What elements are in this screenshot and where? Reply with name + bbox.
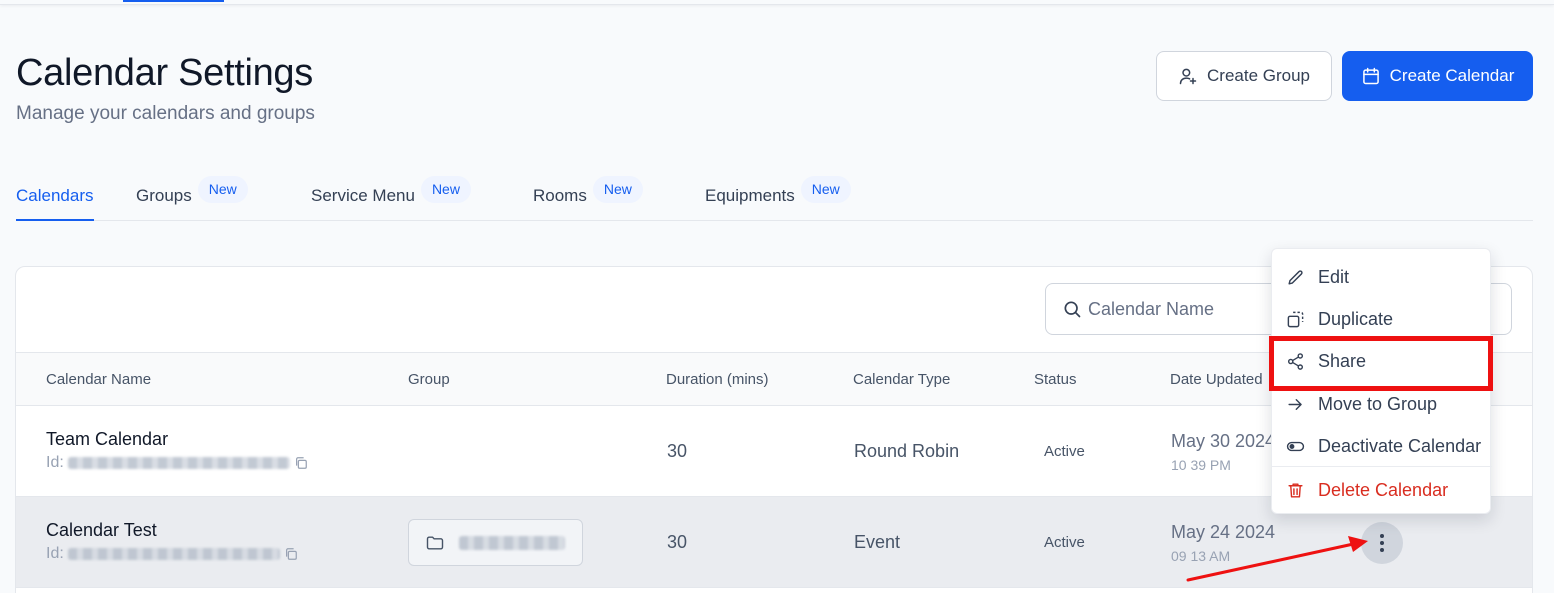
tab-label: Rooms xyxy=(533,186,587,205)
tab-equipments[interactable]: Equipments New xyxy=(705,172,851,221)
calendar-type: Event xyxy=(854,532,901,552)
column-header-calendar-name[interactable]: Calendar Name xyxy=(46,371,151,388)
create-group-label: Create Group xyxy=(1207,66,1310,85)
menu-item-label: Share xyxy=(1318,350,1367,371)
redacted-id xyxy=(67,548,280,560)
tab-label: Groups xyxy=(136,186,192,205)
copy-icon[interactable] xyxy=(294,456,308,470)
new-badge: New xyxy=(592,176,643,203)
calendar-duration: 30 xyxy=(667,441,688,461)
menu-item-label: Duplicate xyxy=(1318,308,1394,329)
create-group-button[interactable]: Create Group xyxy=(1156,51,1332,101)
column-header-duration[interactable]: Duration (mins) xyxy=(666,371,769,388)
tab-label: Equipments xyxy=(705,186,795,205)
trash-icon xyxy=(1288,482,1303,498)
calendar-icon xyxy=(1362,67,1379,85)
row-actions-menu: Edit Duplicate Share Move to Group Deact… xyxy=(1271,248,1492,514)
status-badge: Active xyxy=(1044,534,1085,551)
new-badge: New xyxy=(800,176,851,203)
calendar-id-prefix: Id: xyxy=(46,545,64,562)
calendar-id-prefix: Id: xyxy=(46,454,64,471)
page-title: Calendar Settings xyxy=(16,52,313,94)
tab-calendars[interactable]: Calendars xyxy=(16,172,94,221)
calendar-duration: 30 xyxy=(667,532,688,552)
settings-tabs: Calendars Groups New Service Menu New Ro… xyxy=(16,172,1533,221)
create-calendar-button[interactable]: Create Calendar xyxy=(1342,51,1533,101)
column-header-date-updated[interactable]: Date Updated xyxy=(1170,371,1263,388)
calendar-name[interactable]: Calendar Test xyxy=(46,520,157,541)
more-vertical-icon xyxy=(1380,534,1384,552)
column-header-group[interactable]: Group xyxy=(408,371,450,388)
toggle-icon xyxy=(1286,441,1305,451)
calendar-type: Round Robin xyxy=(854,441,960,461)
search-icon xyxy=(1064,301,1081,318)
menu-item-duplicate[interactable]: Duplicate xyxy=(1272,299,1492,339)
menu-item-label: Edit xyxy=(1318,266,1350,287)
folder-icon xyxy=(426,535,444,550)
date-updated: May 30 2024 xyxy=(1171,431,1276,451)
share-icon xyxy=(1287,352,1304,370)
status-badge: Active xyxy=(1044,443,1085,460)
calendar-id: Id: xyxy=(46,454,308,472)
new-badge: New xyxy=(197,176,248,203)
menu-item-delete-calendar[interactable]: Delete Calendar xyxy=(1272,470,1492,510)
menu-item-label: Move to Group xyxy=(1318,393,1438,414)
new-badge: New xyxy=(420,176,471,203)
menu-item-deactivate-calendar[interactable]: Deactivate Calendar xyxy=(1272,426,1492,466)
tab-label: Calendars xyxy=(16,186,94,205)
calendar-name[interactable]: Team Calendar xyxy=(46,429,168,450)
menu-item-label: Deactivate Calendar xyxy=(1318,435,1482,456)
page-subtitle: Manage your calendars and groups xyxy=(16,103,315,124)
group-chip[interactable] xyxy=(408,519,583,566)
menu-divider xyxy=(1272,466,1492,467)
create-calendar-label: Create Calendar xyxy=(1389,66,1515,85)
arrow-right-icon xyxy=(1288,398,1302,410)
pencil-icon xyxy=(1288,269,1303,285)
tab-groups[interactable]: Groups New xyxy=(136,172,248,221)
tab-service-menu[interactable]: Service Menu New xyxy=(311,172,471,221)
calendar-id: Id: xyxy=(46,545,298,563)
menu-item-share[interactable]: Share xyxy=(1272,341,1492,381)
redacted-id xyxy=(67,457,290,469)
duplicate-icon xyxy=(1287,311,1304,327)
time-updated: 10 39 PM xyxy=(1171,457,1231,473)
column-header-status[interactable]: Status xyxy=(1034,371,1077,388)
row-actions-button[interactable] xyxy=(1361,522,1403,564)
redacted-group-name xyxy=(459,535,565,550)
top-nav-bar xyxy=(0,0,1554,5)
menu-item-label: Delete Calendar xyxy=(1318,479,1449,500)
menu-item-move-to-group[interactable]: Move to Group xyxy=(1272,384,1492,424)
user-plus-icon xyxy=(1179,68,1197,85)
copy-icon[interactable] xyxy=(284,547,298,561)
menu-item-edit[interactable]: Edit xyxy=(1272,257,1492,297)
top-nav-active-indicator xyxy=(123,0,224,2)
column-header-calendar-type[interactable]: Calendar Type xyxy=(853,371,950,388)
time-updated: 09 13 AM xyxy=(1171,548,1231,564)
tab-rooms[interactable]: Rooms New xyxy=(533,172,643,221)
tab-label: Service Menu xyxy=(311,186,415,205)
date-updated: May 24 2024 xyxy=(1171,522,1276,542)
